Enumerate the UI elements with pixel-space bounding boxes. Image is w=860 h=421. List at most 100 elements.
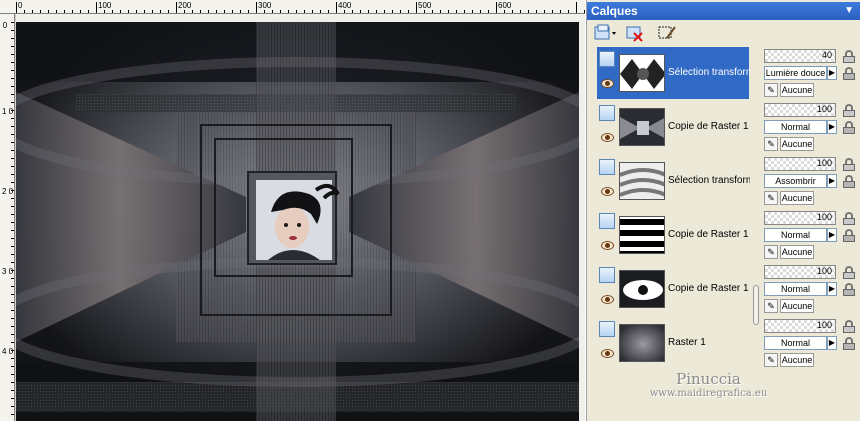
brush-icon[interactable]: ✎ — [764, 137, 778, 151]
blend-mode-select[interactable]: Normal — [764, 228, 827, 242]
layer-name: Sélection transformée — [668, 175, 750, 186]
lock-icon[interactable] — [841, 229, 857, 243]
ruler-label: 300 — [258, 1, 272, 10]
opacity-slider[interactable]: 100 — [764, 103, 836, 117]
opacity-value: 100 — [816, 158, 832, 168]
new-layer-icon[interactable] — [593, 24, 616, 42]
layer-thumbnail — [619, 216, 665, 254]
ruler-tick — [11, 206, 14, 207]
ruler-tick — [11, 158, 14, 159]
brush-icon[interactable]: ✎ — [764, 191, 778, 205]
lock-icon[interactable] — [841, 320, 857, 334]
mask-name: Aucune — [780, 191, 814, 205]
blend-mode-select[interactable]: Normal — [764, 120, 827, 134]
ruler-tick — [11, 238, 14, 239]
eye-icon[interactable] — [601, 241, 614, 250]
ruler-label: 200 — [178, 1, 192, 10]
ruler-tick — [11, 334, 14, 335]
lock-icon[interactable] — [841, 283, 857, 297]
layer-list-scroll-handle[interactable] — [753, 285, 759, 325]
layer-visibility-icon[interactable] — [599, 51, 615, 67]
lock-icon[interactable] — [841, 158, 857, 172]
lock-icon[interactable] — [841, 121, 857, 135]
layer-row[interactable]: Raster 1 — [597, 317, 749, 369]
edit-selection-icon[interactable] — [657, 24, 677, 42]
blend-mode-select[interactable]: Normal — [764, 282, 827, 296]
chevron-right-icon[interactable]: ▶ — [827, 336, 837, 350]
ruler-tick — [11, 262, 14, 263]
layer-properties-row: 100 Normal ▶ ✎ Aucune — [763, 101, 860, 153]
chevron-right-icon[interactable]: ▶ — [827, 66, 837, 80]
layer-thumbnail — [619, 324, 665, 362]
mask-control: ✎ Aucune — [764, 191, 836, 205]
chevron-right-icon[interactable]: ▶ — [827, 282, 837, 296]
ruler-tick — [11, 166, 14, 167]
pin-icon[interactable]: ▼ — [844, 5, 854, 16]
layer-row[interactable]: Copie de Raster 1 — [597, 101, 749, 153]
lock-icon[interactable] — [841, 266, 857, 280]
ruler-tick — [11, 110, 14, 111]
watermark-url: www.maidiregrafica.eu — [649, 388, 768, 399]
canvas-gutter — [16, 14, 585, 22]
ruler-tick — [96, 2, 97, 13]
opacity-slider[interactable]: 40 — [764, 49, 836, 63]
palette-titlebar[interactable]: Calques ▼ — [587, 2, 860, 20]
opacity-slider[interactable]: 100 — [764, 211, 836, 225]
ruler-tick — [496, 2, 497, 13]
ruler-tick — [11, 118, 14, 119]
blend-mode-select[interactable]: Lumière douce — [764, 66, 827, 80]
chevron-right-icon[interactable]: ▶ — [827, 174, 837, 188]
ruler-tick — [11, 222, 14, 223]
opacity-slider[interactable]: 100 — [764, 157, 836, 171]
lock-icon[interactable] — [841, 175, 857, 189]
delete-layer-icon[interactable] — [625, 24, 645, 42]
layer-visibility-icon[interactable] — [599, 267, 615, 283]
mask-control: ✎ Aucune — [764, 245, 836, 259]
eye-icon[interactable] — [601, 187, 614, 196]
ruler-tick — [11, 150, 14, 151]
eye-icon[interactable] — [601, 295, 614, 304]
blend-mode-select[interactable]: Normal — [764, 336, 827, 350]
brush-icon[interactable]: ✎ — [764, 299, 778, 313]
eye-icon[interactable] — [601, 79, 614, 88]
layer-visibility-icon[interactable] — [599, 321, 615, 337]
layer-properties-row: 40 Lumière douce ▶ ✎ Aucune — [763, 47, 860, 99]
lock-icon[interactable] — [841, 337, 857, 351]
ruler-tick — [11, 174, 14, 175]
layer-thumbnail — [619, 270, 665, 308]
lock-icon[interactable] — [841, 104, 857, 118]
blend-mode-select[interactable]: Assombrir — [764, 174, 827, 188]
layer-row[interactable]: Copie de Raster 1 — [597, 263, 749, 315]
chevron-right-icon[interactable]: ▶ — [827, 228, 837, 242]
mask-name: Aucune — [780, 83, 814, 97]
brush-icon[interactable]: ✎ — [764, 353, 778, 367]
eye-icon[interactable] — [601, 133, 614, 142]
eye-icon[interactable] — [601, 349, 614, 358]
ruler-tick — [11, 78, 14, 79]
ruler-tick — [11, 342, 14, 343]
chevron-right-icon[interactable]: ▶ — [827, 120, 837, 134]
opacity-slider[interactable]: 100 — [764, 319, 836, 333]
lock-icon[interactable] — [841, 212, 857, 226]
layer-visibility-icon[interactable] — [599, 105, 615, 121]
opacity-slider[interactable]: 100 — [764, 265, 836, 279]
layer-visibility-icon[interactable] — [599, 213, 615, 229]
ruler-tick — [11, 230, 14, 231]
lock-icon[interactable] — [841, 50, 857, 64]
layer-row[interactable]: Copie de Raster 1 — [597, 209, 749, 261]
mask-name: Aucune — [780, 137, 814, 151]
image-canvas[interactable] — [16, 22, 579, 421]
brush-icon[interactable]: ✎ — [764, 83, 778, 97]
layer-thumbnail — [619, 108, 665, 146]
vertical-ruler: 0 1 0 0 2 0 0 3 0 0 4 0 0 — [0, 14, 15, 421]
brush-icon[interactable]: ✎ — [764, 245, 778, 259]
layer-list: Sélection transformée Copie de Raster 1 … — [597, 47, 755, 377]
layer-row[interactable]: Sélection transformée — [597, 155, 750, 207]
layer-row[interactable]: Sélection transformée — [597, 47, 750, 99]
ruler-tick — [11, 86, 14, 87]
ruler-tick — [176, 2, 177, 13]
ruler-tick — [11, 254, 14, 255]
lock-icon[interactable] — [841, 67, 857, 81]
ruler-tick — [11, 22, 14, 23]
layer-visibility-icon[interactable] — [599, 159, 615, 175]
